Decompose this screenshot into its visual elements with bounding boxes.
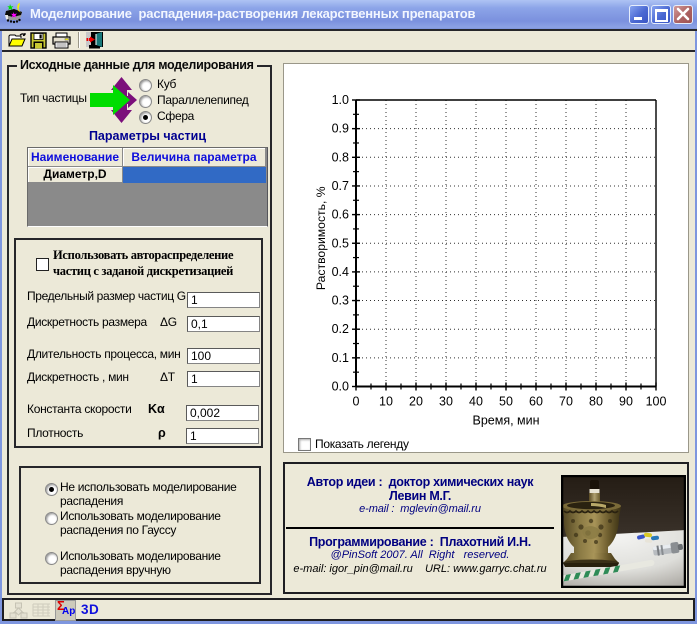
svg-text:10: 10 (379, 395, 393, 409)
svg-text:0: 0 (353, 395, 360, 409)
svg-text:70: 70 (559, 395, 573, 409)
svg-text:60: 60 (529, 395, 543, 409)
svg-text:0.3: 0.3 (332, 294, 349, 308)
svg-text:0.4: 0.4 (332, 265, 349, 279)
svg-text:90: 90 (619, 395, 633, 409)
svg-text:0.8: 0.8 (332, 150, 349, 164)
svg-text:0.1: 0.1 (332, 351, 349, 365)
svg-text:0.6: 0.6 (332, 208, 349, 222)
svg-text:0.7: 0.7 (332, 179, 349, 193)
svg-text:0.9: 0.9 (332, 122, 349, 136)
svg-text:Растворимость, %: Растворимость, % (314, 186, 328, 290)
svg-text:0.2: 0.2 (332, 322, 349, 336)
svg-text:40: 40 (469, 395, 483, 409)
svg-text:50: 50 (499, 395, 513, 409)
svg-text:0.5: 0.5 (332, 236, 349, 250)
svg-text:100: 100 (646, 395, 667, 409)
svg-text:20: 20 (409, 395, 423, 409)
svg-text:30: 30 (439, 395, 453, 409)
svg-text:Время, мин: Время, мин (472, 414, 539, 428)
svg-text:0.0: 0.0 (332, 380, 349, 394)
svg-text:80: 80 (589, 395, 603, 409)
svg-text:1.0: 1.0 (332, 93, 349, 107)
